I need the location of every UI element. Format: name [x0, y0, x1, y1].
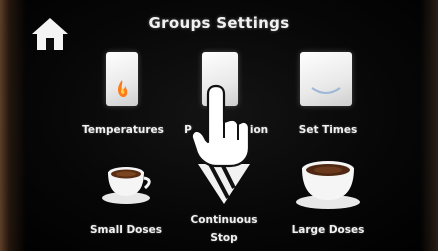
tile-temperatures[interactable] [96, 52, 148, 122]
bezel-glare-right [420, 0, 438, 251]
tile-label-continuous-line2: Stop [210, 232, 238, 244]
temperature-flame-icon [106, 52, 138, 106]
tile-label-pre-infusion-right: ion [249, 124, 269, 136]
tile-small-doses[interactable] [96, 160, 156, 206]
tile-label-set-times: Set Times [298, 124, 358, 136]
tile-set-times[interactable] [296, 52, 356, 122]
tile-label-temperatures: Temperatures [82, 124, 164, 136]
page-title: Groups Settings [148, 14, 290, 32]
tile-large-doses[interactable] [290, 154, 366, 210]
tile-label-continuous-line1: Continuous [190, 214, 258, 226]
pre-infusion-icon [202, 52, 238, 106]
large-cup-icon [296, 161, 360, 209]
tile-label-small-doses: Small Doses [90, 224, 162, 236]
continuous-stop-icon [198, 163, 250, 204]
tile-label-large-doses: Large Doses [291, 224, 365, 236]
touch-screen: Groups Settings Temperatures P ion Set T… [0, 0, 438, 251]
small-cup-icon [102, 167, 151, 204]
tile-pre-infusion[interactable] [192, 52, 248, 122]
set-times-icon [300, 52, 352, 106]
tile-continuous-stop[interactable] [196, 162, 252, 206]
tile-label-pre-infusion-left: P [184, 124, 192, 136]
bezel-glare-left [0, 0, 26, 251]
